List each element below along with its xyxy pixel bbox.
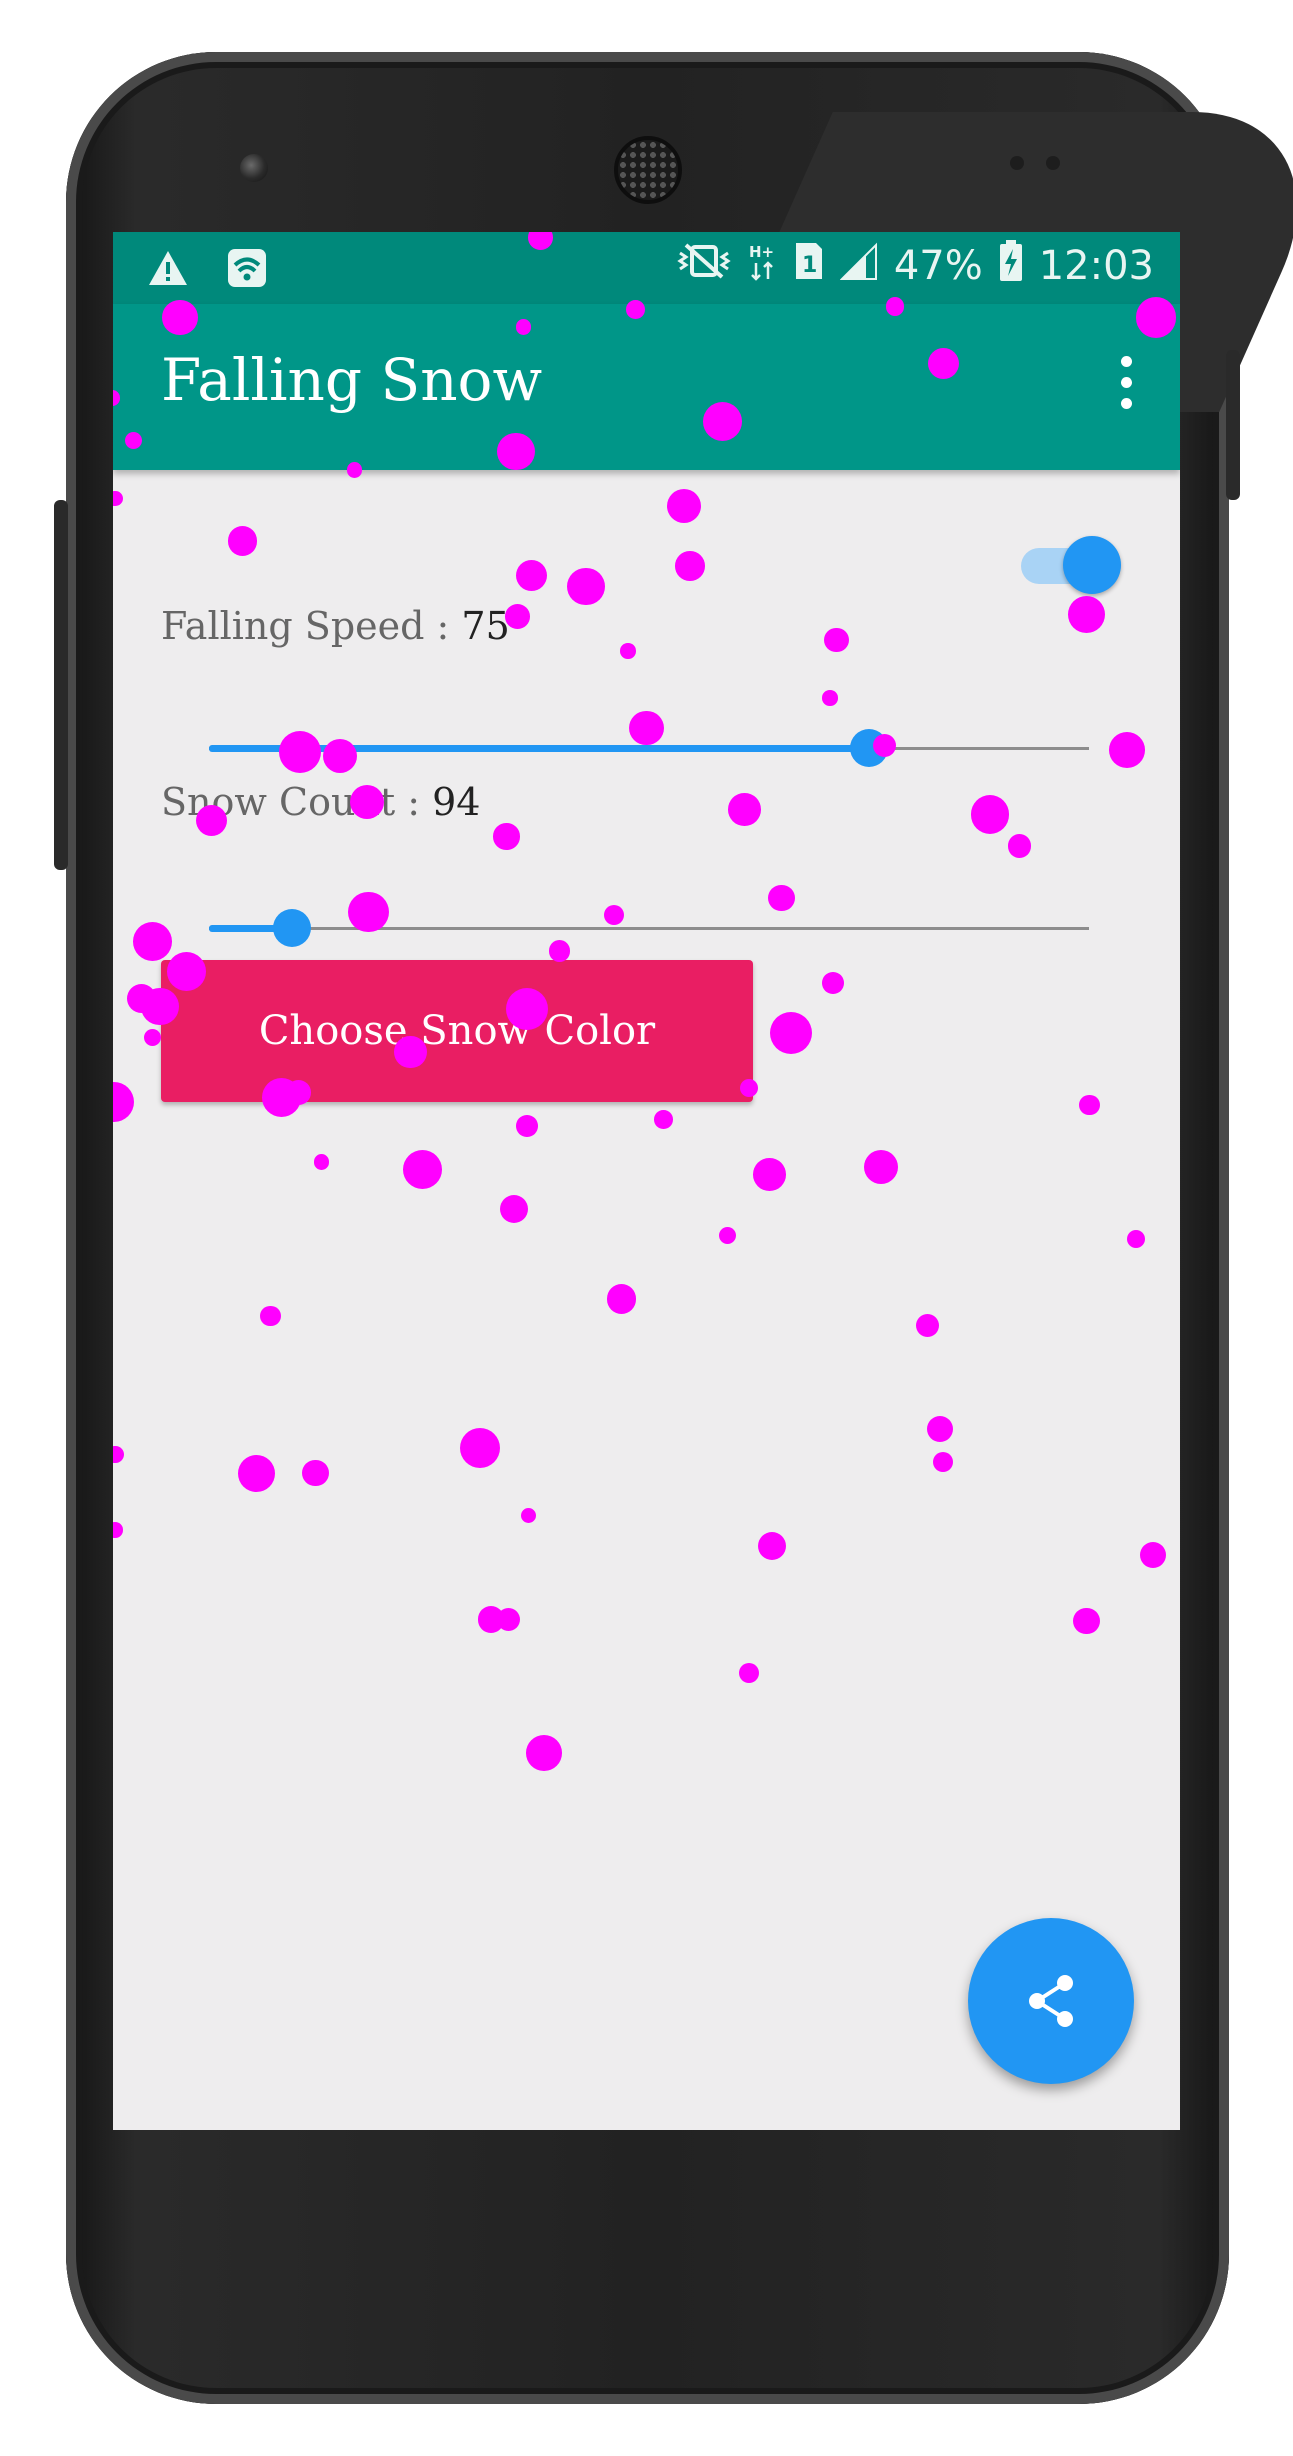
snow-count-value: 94 bbox=[432, 780, 481, 824]
snowflake bbox=[113, 1082, 134, 1123]
snowflake bbox=[620, 643, 636, 659]
sim-1-icon: 1 bbox=[794, 241, 824, 291]
snowflake bbox=[718, 1227, 736, 1245]
snowflake bbox=[520, 1507, 537, 1524]
snowflake bbox=[1073, 1607, 1100, 1635]
snowflake bbox=[1126, 1229, 1146, 1249]
snowflake bbox=[477, 1606, 505, 1633]
snowflake bbox=[1007, 834, 1032, 858]
snowflake bbox=[237, 1454, 276, 1492]
toggle-thumb bbox=[1063, 536, 1121, 594]
volume-button bbox=[54, 500, 68, 870]
snowflake bbox=[515, 559, 548, 591]
snowflake bbox=[113, 1522, 123, 1538]
front-camera bbox=[240, 154, 268, 182]
snowflake bbox=[770, 1012, 812, 1054]
snowflake bbox=[916, 1313, 940, 1338]
falling-speed-slider[interactable] bbox=[209, 728, 1089, 768]
svg-text:H+: H+ bbox=[749, 243, 774, 261]
proximity-sensor bbox=[1010, 156, 1024, 170]
app-bar: Falling Snow bbox=[113, 304, 1180, 470]
snowflake bbox=[143, 1029, 161, 1047]
share-fab-button[interactable] bbox=[968, 1918, 1134, 2084]
snowflake bbox=[113, 1445, 124, 1463]
earpiece-speaker bbox=[614, 136, 682, 204]
falling-snow-layer bbox=[113, 232, 1180, 2130]
snowflake bbox=[496, 1607, 520, 1632]
falling-speed-label: Falling Speed : 75 bbox=[161, 604, 510, 648]
battery-charging-icon bbox=[999, 240, 1023, 292]
app-title: Falling Snow bbox=[161, 346, 543, 414]
snowflake bbox=[1067, 596, 1105, 634]
warning-icon bbox=[147, 249, 189, 291]
status-bar: H+ 1 47% 12:03 bbox=[113, 232, 1180, 304]
snowflake bbox=[933, 1452, 954, 1473]
snowflake bbox=[500, 1195, 529, 1224]
light-sensor bbox=[1046, 156, 1060, 170]
snowflake bbox=[864, 1149, 899, 1184]
snowflake bbox=[606, 1283, 637, 1314]
snowflake bbox=[970, 795, 1010, 834]
snowflake bbox=[403, 1150, 443, 1190]
slider-fill bbox=[209, 745, 869, 752]
snow-count-caption: Snow Count : bbox=[161, 780, 433, 824]
battery-percent: 47% bbox=[893, 243, 983, 289]
snowflake bbox=[227, 526, 258, 556]
snowflake bbox=[526, 1735, 562, 1772]
snowflake bbox=[460, 1427, 501, 1469]
snowflake bbox=[823, 627, 849, 653]
slider-knob[interactable] bbox=[850, 729, 888, 767]
snowflake bbox=[113, 490, 123, 507]
share-icon bbox=[1029, 1975, 1073, 2027]
snowflake bbox=[728, 793, 761, 827]
snowflake bbox=[1079, 1095, 1100, 1116]
snowflake bbox=[132, 922, 172, 962]
snow-toggle-switch[interactable] bbox=[1017, 532, 1127, 596]
snowflake bbox=[1139, 1541, 1167, 1569]
snowflake bbox=[493, 823, 520, 850]
snowflake bbox=[738, 1662, 760, 1684]
snowflake bbox=[126, 983, 157, 1014]
falling-speed-value: 75 bbox=[461, 604, 510, 648]
power-button bbox=[1226, 350, 1240, 500]
clock-time: 12:03 bbox=[1038, 243, 1154, 289]
snowflake bbox=[302, 1460, 329, 1487]
snowflake bbox=[675, 551, 705, 581]
snowflake bbox=[567, 567, 605, 606]
overflow-menu-icon[interactable] bbox=[1116, 356, 1136, 416]
snowflake bbox=[752, 1158, 786, 1191]
signal-icon bbox=[839, 241, 878, 291]
snowflake bbox=[758, 1531, 787, 1560]
hplus-network-icon: H+ bbox=[748, 241, 778, 291]
wifi-icon bbox=[227, 248, 267, 292]
snowflake bbox=[260, 1305, 281, 1327]
snowflake bbox=[666, 489, 701, 524]
snowflake bbox=[313, 1154, 330, 1170]
snow-count-label: Snow Count : 94 bbox=[161, 780, 480, 824]
snow-count-slider[interactable] bbox=[209, 908, 1089, 948]
snowflake bbox=[822, 690, 838, 706]
phone-screen: H+ 1 47% 12:03 Falling Snow Falling Spee… bbox=[113, 232, 1180, 2130]
slider-knob[interactable] bbox=[272, 909, 311, 947]
svg-text:1: 1 bbox=[802, 253, 817, 278]
falling-speed-caption: Falling Speed : bbox=[161, 604, 462, 648]
snowflake bbox=[927, 1416, 954, 1443]
vibrate-icon bbox=[676, 243, 732, 289]
snowflake bbox=[822, 971, 844, 994]
choose-snow-color-button[interactable]: Choose Snow Color bbox=[161, 960, 753, 1102]
slider-rail bbox=[209, 927, 1089, 930]
snowflake bbox=[654, 1110, 673, 1129]
snowflake bbox=[515, 1114, 538, 1137]
snowflake bbox=[1108, 732, 1145, 768]
